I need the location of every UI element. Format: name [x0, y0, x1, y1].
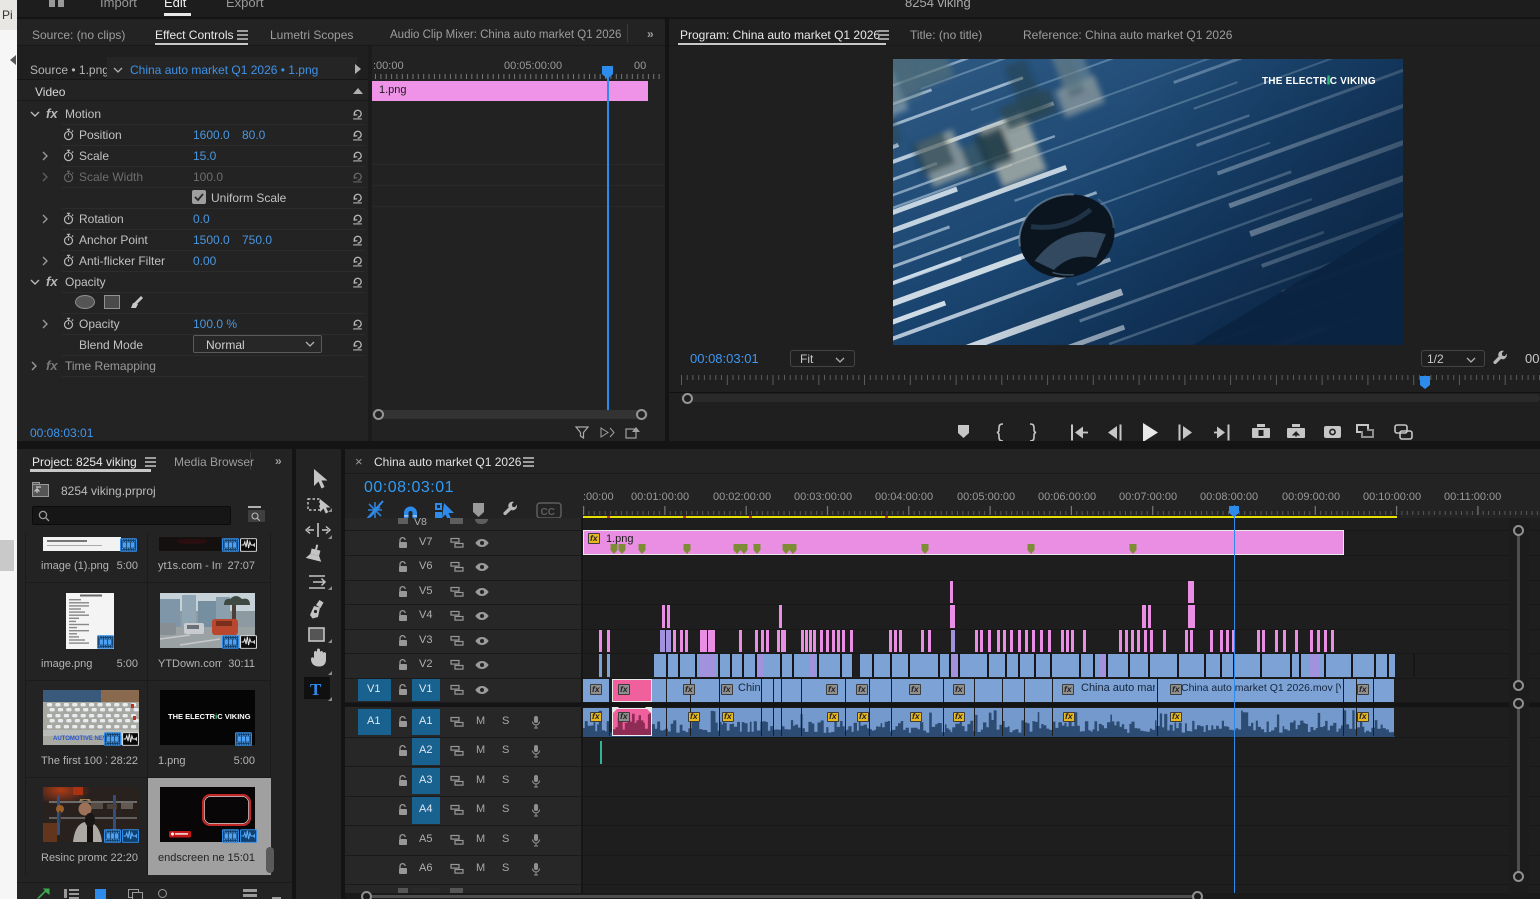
svg-text:CC: CC [541, 507, 555, 518]
svg-text:T: T [310, 680, 322, 699]
svg-text:THE ELECTRIC VIKING: THE ELECTRIC VIKING [1262, 76, 1376, 87]
